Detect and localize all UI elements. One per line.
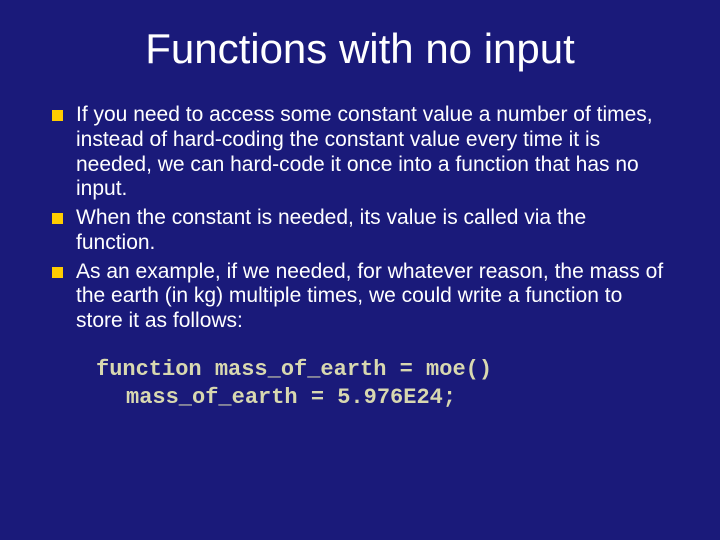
bullet-item: If you need to access some constant valu…	[50, 103, 670, 202]
bullet-item: As an example, if we needed, for whateve…	[50, 260, 670, 334]
bullet-list: If you need to access some constant valu…	[50, 103, 670, 334]
bullet-item: When the constant is needed, its value i…	[50, 206, 670, 256]
code-block: function mass_of_earth = moe() mass_of_e…	[96, 356, 670, 413]
code-line: mass_of_earth = 5.976E24;	[96, 384, 670, 413]
code-line: function mass_of_earth = moe()	[96, 357, 492, 382]
slide-title: Functions with no input	[50, 25, 670, 73]
slide: Functions with no input If you need to a…	[0, 0, 720, 540]
